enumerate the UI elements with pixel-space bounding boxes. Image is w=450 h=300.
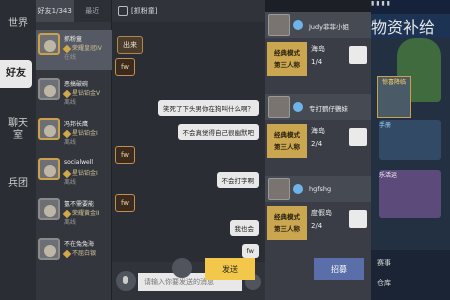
left-nav: 世界 好友 聊天室 兵团 — [0, 0, 36, 300]
app-root: 世界 好友 聊天室 兵团 好友1/343 最近 抓粉童 荣耀皇冠IV 在线 恶搞… — [0, 0, 450, 300]
friend-rank: 荣耀黄金II — [62, 208, 100, 218]
friends-tabs: 好友1/343 最近 — [36, 0, 111, 22]
friend-status: 离线 — [64, 99, 77, 106]
recruit-user-name: hgfshg — [309, 185, 332, 193]
friend-name: 抓粉童 — [64, 36, 83, 43]
avatar — [38, 78, 60, 100]
recruit-panel: Judy菲菲小姐 经典模式 第三人称 海岛 1/4 专打鹦仔鸚妹 经典模式 第三… — [265, 12, 371, 300]
recruit-user-row: hgfshg — [265, 176, 371, 202]
nav-friends[interactable]: 好友 — [0, 60, 32, 88]
recruit-count: 1/4 — [311, 58, 323, 66]
message-right: 不会真觉得自己很幽默吧 — [177, 124, 259, 140]
bottom-menu: 赛事 仓库 — [371, 250, 450, 300]
message-right: 不会打字啊 — [216, 172, 259, 188]
friend-rank: 星钻铂金I — [62, 128, 98, 138]
message-left-badge: fw — [115, 194, 135, 212]
friend-item-4[interactable]: 氢不需要能 荣耀黄金II 离线 — [36, 195, 112, 235]
flag-icon[interactable] — [349, 210, 367, 228]
friend-status: 在线 — [64, 54, 77, 61]
rank-icon — [62, 249, 72, 258]
recruit-map: 度假岛 — [311, 209, 332, 217]
recruit-mode: 经典模式 第三人称 — [267, 206, 307, 240]
event-panel[interactable]: 乐活运 — [379, 170, 441, 218]
message-left-badge: fw — [115, 58, 135, 76]
chat-title: [抓粉童] — [131, 7, 158, 15]
avatar — [268, 14, 290, 36]
flag-icon[interactable] — [349, 46, 367, 64]
recruit-card[interactable]: hgfshg 经典模式 第三人称 度假岛 2/4 — [265, 176, 371, 254]
gender-icon — [293, 184, 303, 194]
recruit-map: 海岛 — [311, 45, 325, 53]
recruit-card[interactable]: 专打鹦仔鸚妹 经典模式 第三人称 海岛 2/4 — [265, 94, 371, 172]
friend-rank: 星钻铂金I — [62, 168, 98, 178]
message-right: fw — [241, 244, 259, 258]
friend-name: socialwell — [64, 159, 94, 166]
gift-banner[interactable]: 物资补给 — [371, 14, 450, 38]
friend-item-3[interactable]: socialwell 星钻铂金I 离线 — [36, 155, 112, 195]
friend-item-5[interactable]: 不在兔兔海 不屈白银 — [36, 235, 112, 275]
recruit-user-row: 专打鹦仔鸚妹 — [265, 94, 371, 120]
flag-icon[interactable] — [349, 128, 367, 146]
game-backdrop: ▮ ▮ ▮ ▮ 物资补给 惊喜降临 手册 乐活运 赛事 仓库 — [371, 0, 450, 300]
recruit-button[interactable]: 招募 — [314, 258, 364, 280]
message-right: 笑死了下头男你在狗叫什么啊？ — [158, 100, 259, 116]
avatar — [38, 238, 60, 260]
nav-chatroom[interactable]: 聊天室 — [8, 118, 28, 142]
message-right: 我也会 — [229, 220, 259, 236]
avatar — [38, 158, 60, 180]
friend-name: 氢不需要能 — [64, 201, 95, 208]
manual-box[interactable]: 手册 — [379, 120, 441, 160]
status-bar: ▮ ▮ ▮ ▮ — [371, 0, 450, 14]
microphone-icon[interactable] — [116, 271, 136, 291]
friend-status: 离线 — [64, 179, 77, 186]
recruit-count: 2/4 — [311, 140, 323, 148]
avatar — [268, 178, 290, 200]
gender-icon — [293, 102, 303, 112]
avatar — [38, 198, 60, 220]
menu-item-warehouse[interactable]: 仓库 — [377, 278, 391, 288]
friend-rank: 荣耀皇冠IV — [62, 43, 102, 53]
recruit-user-name: Judy菲菲小姐 — [309, 23, 350, 31]
friend-status: 离线 — [64, 219, 77, 226]
friend-name: 不在兔兔海 — [64, 241, 95, 248]
friend-item-0[interactable]: 抓粉童 荣耀皇冠IV 在线 — [36, 30, 112, 70]
recruit-user-row: Judy菲菲小姐 — [265, 12, 371, 38]
gender-icon — [293, 20, 303, 30]
event-box[interactable]: 惊喜降临 — [377, 76, 411, 118]
avatar — [38, 118, 60, 140]
avatar — [268, 96, 290, 118]
send-button[interactable]: 发送 — [205, 258, 255, 280]
nav-squad[interactable]: 兵团 — [8, 178, 28, 190]
menu-item-event[interactable]: 赛事 — [377, 258, 391, 268]
recruit-mode: 经典模式 第三人称 — [267, 124, 307, 158]
nav-world[interactable]: 世界 — [8, 18, 28, 30]
friend-name: 冯邦长鹰 — [64, 121, 89, 128]
tab-recent[interactable]: 最近 — [74, 0, 112, 22]
chat-header: [抓粉童] — [112, 0, 265, 22]
friend-item-2[interactable]: 冯邦长鹰 星钻铂金I 离线 — [36, 115, 112, 155]
tab-friends[interactable]: 好友1/343 — [36, 0, 74, 22]
friend-status: 离线 — [64, 139, 77, 146]
avatar — [38, 33, 60, 55]
friends-panel: 好友1/343 最近 抓粉童 荣耀皇冠IV 在线 恶搞破碗 星钻铂金V 离线 冯… — [36, 0, 112, 300]
recruit-mode: 经典模式 第三人称 — [267, 42, 307, 76]
recruit-count: 2/4 — [311, 222, 323, 230]
friend-rank: 星钻铂金V — [62, 88, 100, 98]
recruit-map: 海岛 — [311, 127, 325, 135]
recruit-user-name: 专打鹦仔鸚妹 — [309, 105, 348, 113]
message-left-badge: fw — [115, 146, 135, 164]
voice-icon[interactable] — [172, 258, 192, 278]
recruit-card[interactable]: Judy菲菲小姐 经典模式 第三人称 海岛 1/4 — [265, 12, 371, 90]
friend-rank: 不屈白银 — [62, 248, 96, 258]
friend-name: 恶搞破碗 — [64, 81, 89, 88]
friend-item-1[interactable]: 恶搞破碗 星钻铂金V 离线 — [36, 75, 112, 115]
menu-icon[interactable] — [118, 6, 128, 16]
message-left: 出来 — [117, 36, 143, 54]
chat-panel: [抓粉童] 出来 fw 笑死了下头男你在狗叫什么啊？ 不会真觉得自己很幽默吧 f… — [112, 0, 265, 300]
